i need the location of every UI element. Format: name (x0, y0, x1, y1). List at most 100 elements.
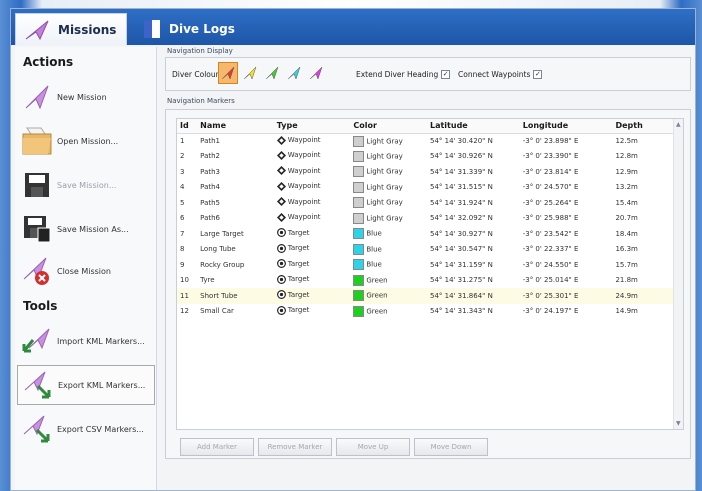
cell-color: Light Gray (350, 211, 427, 227)
scroll-up-icon[interactable]: ▲ (676, 121, 681, 128)
cell-color: Light Gray (350, 149, 427, 165)
waypoint-icon (276, 181, 286, 191)
color-swatch (353, 305, 365, 317)
table-row[interactable]: 3 Path3 Waypoint Light Gray 54° 14' 31.339" … (177, 164, 673, 180)
cell-depth: 15.4m (615, 198, 638, 207)
navigation-markers-label: Navigation Markers (167, 97, 235, 105)
diver-colour-swatch-2[interactable] (240, 62, 260, 84)
cell-color: Blue (350, 242, 427, 258)
table-row[interactable]: 4 Path4 Waypoint Light Gray 54° 14' 31.515" … (177, 180, 673, 196)
column-header-color[interactable]: Color (350, 119, 427, 134)
table-row[interactable]: 12 Small Car Target Green 54° 14' 31.343" N -… (177, 304, 673, 320)
table-row[interactable]: 8 Long Tube Target Blue 54° 14' 30.547" N -3°… (177, 242, 673, 258)
diver-colour-swatch-3[interactable] (262, 62, 282, 84)
close-mission-button[interactable]: Close Mission (17, 251, 155, 291)
cell-name: Path5 (200, 198, 220, 207)
cell-color-label: Light Gray (366, 183, 403, 192)
cell-id: 10 (180, 276, 189, 285)
cell-longitude: -3° 0' 23.390" E (522, 152, 579, 161)
cell-latitude: 54° 14' 31.343" N (429, 307, 493, 316)
color-swatch (353, 290, 365, 302)
cell-color: Green (350, 273, 427, 289)
tab-dive-logs[interactable]: Dive Logs (135, 13, 265, 45)
vertical-scrollbar[interactable]: ▲ ▼ (673, 119, 683, 429)
tab-missions[interactable]: Missions (15, 13, 127, 45)
extend-diver-heading-label: Extend Diver Heading (356, 70, 439, 79)
cell-name: Path2 (200, 152, 220, 161)
tab-bar: Missions Dive Logs (11, 9, 695, 45)
markers-table: Id Name Type Color Latitude Longitude Depth 1 P… (176, 118, 684, 430)
table-header: Id Name Type Color Latitude Longitude Depth (177, 119, 673, 134)
diver-colour-swatch-1[interactable] (218, 62, 238, 84)
cell-longitude: -3° 0' 25.014" E (522, 276, 579, 285)
column-header-name[interactable]: Name (197, 119, 274, 134)
save-as-disk-icon (24, 216, 51, 243)
color-swatch (353, 243, 365, 255)
table-row[interactable]: 7 Large Target Target Blue 54° 14' 30.927" N… (177, 226, 673, 242)
extend-diver-heading-check[interactable]: ✓ (441, 70, 451, 79)
column-header-latitude[interactable]: Latitude (426, 119, 520, 134)
save-mission-button[interactable]: Save Mission... (17, 165, 155, 205)
add-marker-button[interactable]: Add Marker (180, 438, 254, 456)
cell-color-label: Green (366, 276, 388, 285)
cell-color-label: Light Gray (366, 152, 403, 161)
cell-latitude: 54° 14' 32.092" N (429, 214, 493, 223)
sidebar: Actions New Mission Open Mission... Save… (15, 47, 157, 490)
cell-depth: 24.9m (612, 288, 673, 304)
new-mission-icon (25, 85, 49, 110)
target-icon (276, 305, 286, 315)
connect-waypoints-check[interactable]: ✓ (533, 70, 543, 79)
cell-color-label: Light Gray (366, 137, 403, 145)
new-mission-button[interactable]: New Mission (17, 77, 155, 117)
table-row[interactable]: 11 Short Tube Target Green 54° 14' 31.864" N… (177, 288, 673, 304)
extend-diver-heading-checkbox[interactable]: Extend Diver Heading ✓ (356, 70, 451, 79)
cell-longitude: -3° 0' 22.337" E (522, 245, 579, 254)
remove-marker-button[interactable]: Remove Marker (258, 438, 332, 456)
diver-colour-swatch-4[interactable] (284, 62, 304, 84)
cell-name: Short Tube (197, 288, 274, 304)
cell-color: Green (350, 304, 427, 320)
column-header-longitude[interactable]: Longitude (519, 119, 613, 134)
cell-depth: 21.8m (615, 276, 638, 285)
export-csv-button[interactable]: Export CSV Markers... (17, 409, 155, 449)
export-csv-icon (23, 415, 50, 443)
cell-id: 5 (180, 198, 185, 207)
import-kml-button[interactable]: Import KML Markers... (17, 321, 155, 361)
cell-type-label: Waypoint (287, 213, 321, 222)
move-up-button[interactable]: Move Up (336, 438, 410, 456)
move-down-button[interactable]: Move Down (414, 438, 488, 456)
table-row[interactable]: 6 Path6 Waypoint Light Gray 54° 14' 32.092" … (177, 211, 673, 227)
cell-depth: 16.3m (615, 245, 638, 254)
waypoint-icon (276, 166, 286, 176)
table-row[interactable]: 5 Path5 Waypoint Light Gray 54° 14' 31.924" … (177, 195, 673, 211)
save-mission-as-label: Save Mission As... (57, 224, 129, 234)
cell-longitude: -3° 0' 24.197" E (522, 307, 579, 316)
column-header-depth[interactable]: Depth (612, 119, 673, 134)
table-row[interactable]: 9 Rocky Group Target Blue 54° 14' 31.159" N -… (177, 257, 673, 273)
cell-name: Rocky Group (200, 260, 245, 269)
export-kml-button[interactable]: Export KML Markers... (17, 365, 155, 405)
cell-latitude: 54° 14' 30.926" N (429, 152, 493, 161)
table-row[interactable]: 10 Tyre Target Green 54° 14' 31.275" N -3° 0'… (177, 273, 673, 289)
cell-latitude: 54° 14' 31.515" N (429, 183, 493, 192)
column-header-type[interactable]: Type (273, 119, 351, 134)
cell-longitude: -3° 0' 23.814" E (522, 167, 579, 176)
scroll-down-icon[interactable]: ▼ (676, 420, 681, 427)
table-row[interactable]: 2 Path2 Waypoint Light Gray 54° 14' 30.926" … (177, 149, 673, 165)
cell-latitude: 54° 14' 31.864" N (426, 288, 520, 304)
cell-name: Path1 (200, 137, 220, 145)
color-swatch (353, 181, 365, 193)
target-icon (276, 290, 286, 300)
diver-arrow-icon (287, 66, 301, 80)
open-mission-button[interactable]: Open Mission... (17, 121, 155, 161)
diver-colour-swatch-5[interactable] (306, 62, 326, 84)
table-row[interactable]: 1 Path1 Waypoint Light Gray 54° 14' 30.420" … (177, 133, 673, 149)
cell-type: Waypoint (274, 180, 351, 196)
save-mission-as-button[interactable]: Save Mission As... (17, 209, 155, 249)
dive-log-icon (144, 20, 160, 38)
mission-flag-icon (25, 20, 49, 40)
cell-color-label: Green (366, 307, 388, 316)
connect-waypoints-checkbox[interactable]: Connect Waypoints ✓ (458, 70, 543, 79)
column-header-id[interactable]: Id (177, 119, 198, 134)
cell-color-label: Light Gray (366, 167, 403, 176)
